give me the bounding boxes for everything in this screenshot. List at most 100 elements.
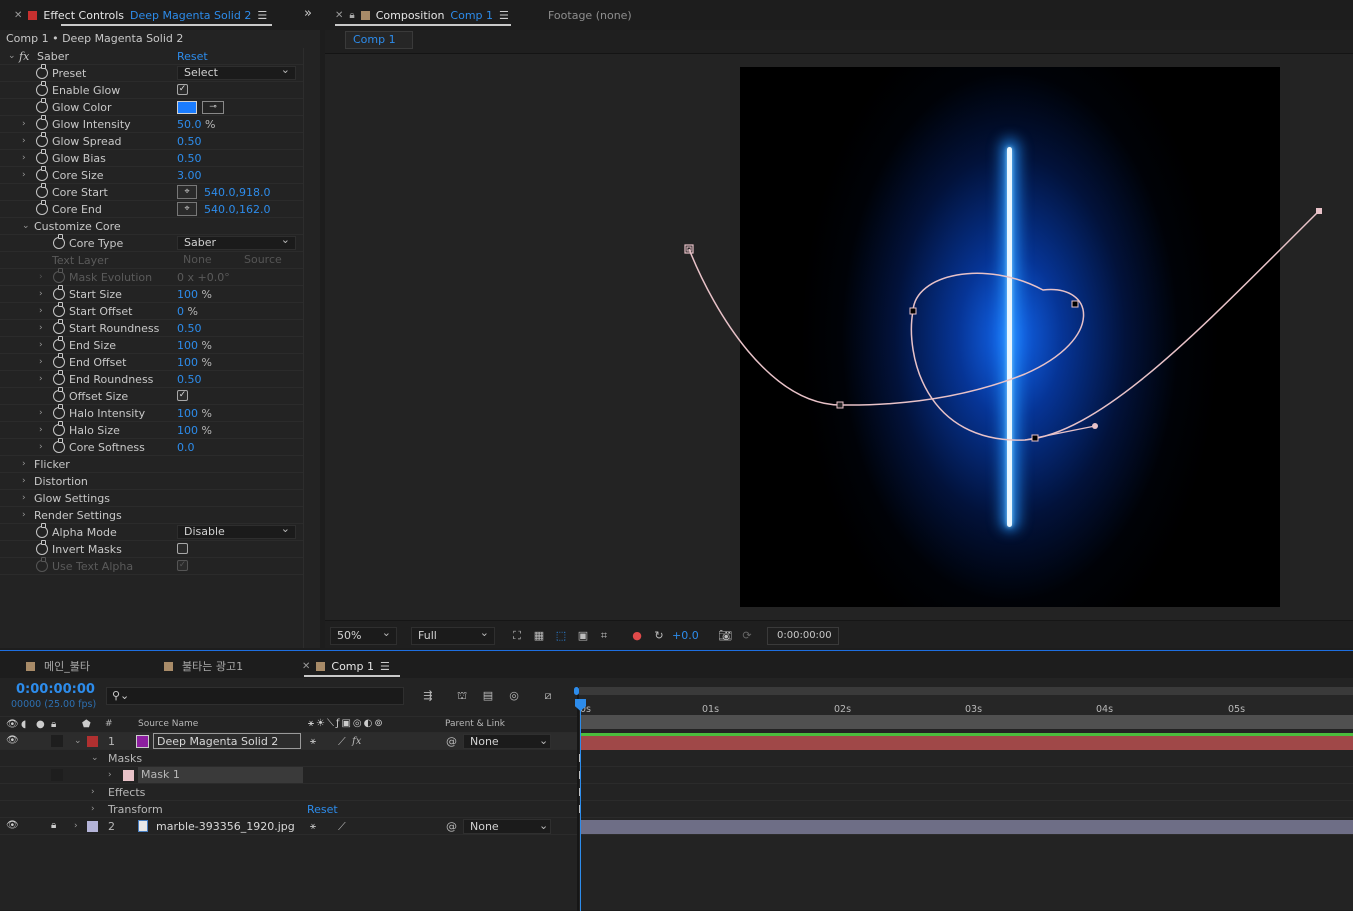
eyedropper-icon[interactable]: ⊸	[202, 101, 224, 114]
stopwatch-icon[interactable]	[36, 81, 48, 96]
pickwhip-icon[interactable]: @	[446, 819, 457, 834]
chevron-right-icon[interactable]: ›	[22, 136, 32, 146]
lock-icon[interactable]: 🔒︎	[51, 821, 63, 831]
close-icon[interactable]: ✕	[302, 661, 310, 672]
stopwatch-icon[interactable]	[36, 200, 48, 215]
chevron-right-icon[interactable]: ›	[22, 119, 32, 129]
chevron-right-icon[interactable]: ›	[39, 357, 49, 367]
mask-color-swatch[interactable]	[123, 770, 134, 781]
chevron-right-icon[interactable]: ›	[39, 425, 49, 435]
core-size-value[interactable]: 3.00	[177, 168, 202, 183]
layer-duration-bar[interactable]	[580, 820, 1353, 834]
resolution-dropdown[interactable]: Full	[411, 625, 495, 645]
audio-icon[interactable]: ◖	[21, 720, 33, 730]
mask-visibility-icon[interactable]: ⬚	[554, 629, 568, 642]
chevron-right-icon[interactable]: ›	[22, 170, 32, 180]
stopwatch-icon[interactable]	[53, 336, 65, 351]
preset-dropdown[interactable]: Select	[177, 64, 296, 80]
chevron-right-icon[interactable]: ›	[22, 476, 32, 486]
lock-toggle[interactable]	[51, 769, 63, 781]
stopwatch-icon[interactable]	[36, 115, 48, 130]
chevron-right-icon[interactable]: ›	[39, 323, 49, 333]
layer-label-color[interactable]	[87, 736, 98, 747]
core-end-x[interactable]: 540.0	[204, 203, 236, 216]
quality-icon[interactable]: ⟋	[338, 819, 346, 834]
camera-icon[interactable]: 📷︎	[718, 629, 732, 642]
stopwatch-icon[interactable]	[36, 183, 48, 198]
zoom-dropdown[interactable]: 50%	[330, 625, 397, 645]
layer-row[interactable]: 👁︎ ⌄ 1 Deep Magenta Solid 2 ⚹ ⟋ fx @ Non…	[0, 733, 577, 750]
panel-menu-icon[interactable]: ☰	[257, 9, 267, 22]
chevron-right-icon[interactable]: ›	[22, 459, 32, 469]
core-start-y[interactable]: 918.0	[239, 186, 271, 199]
core-end-y[interactable]: 162.0	[239, 203, 271, 216]
show-snapshot-icon[interactable]: ⟳	[740, 629, 754, 642]
halo-size-value[interactable]: 100	[177, 424, 198, 437]
mask-vertex[interactable]	[1031, 434, 1039, 442]
start-roundness-value[interactable]: 0.50	[177, 321, 202, 336]
transparency-grid-icon[interactable]: ▦	[532, 629, 546, 642]
chevron-right-icon[interactable]: ›	[39, 442, 49, 452]
layer-name[interactable]: Deep Magenta Solid 2	[153, 733, 301, 749]
alpha-mode-dropdown[interactable]: Disable	[177, 523, 296, 539]
glow-bias-value[interactable]: 0.50	[177, 151, 202, 166]
reset-link[interactable]: Reset	[177, 49, 208, 64]
end-size-value[interactable]: 100	[177, 339, 198, 352]
enable-glow-checkbox[interactable]: ✓	[177, 84, 188, 95]
pickwhip-icon[interactable]: @	[446, 734, 457, 749]
masks-group-row[interactable]: ⌄ Masks	[0, 750, 577, 767]
time-ruler[interactable]: 0s 01s 02s 03s 04s 05s	[578, 695, 1353, 715]
stopwatch-icon[interactable]	[53, 319, 65, 334]
fx-icon[interactable]: fx	[19, 49, 29, 64]
shy-icon[interactable]: ⚹	[310, 819, 316, 834]
comp-flowchart-tab[interactable]: Comp 1	[345, 31, 413, 49]
quality-icon[interactable]: ⟋	[338, 734, 346, 749]
expand-panels-icon[interactable]: »	[304, 6, 312, 21]
viewer-timecode[interactable]: 0:00:00:00	[767, 627, 839, 645]
stopwatch-icon[interactable]	[53, 234, 65, 249]
playhead-line[interactable]	[580, 701, 581, 911]
layer-search-input[interactable]: ⚲⌄	[106, 687, 404, 705]
region-of-interest-icon[interactable]: ▣	[576, 629, 590, 642]
transform-group-row[interactable]: › Transform Reset	[0, 801, 577, 818]
panel-divider[interactable]	[577, 687, 579, 911]
layer-label-color[interactable]	[87, 821, 98, 832]
mask-row[interactable]: › Mask 1	[0, 767, 577, 784]
timeline-tab-main[interactable]: 메인_불타	[26, 655, 90, 677]
graph-editor-icon[interactable]: ⧄	[541, 689, 555, 702]
current-timecode[interactable]: 0:00:00:00	[16, 682, 95, 697]
mask-vertex[interactable]	[909, 307, 917, 315]
scrollbar-track[interactable]	[303, 48, 304, 648]
layer-duration-bar[interactable]	[580, 736, 1353, 750]
chevron-right-icon[interactable]: ›	[91, 804, 101, 814]
glow-color-swatch[interactable]	[177, 101, 197, 114]
lock-icon[interactable]: 🔒︎	[51, 720, 63, 730]
stopwatch-icon[interactable]	[36, 132, 48, 147]
timeline-tab-comp1[interactable]: ✕ Comp 1 ☰	[302, 655, 390, 677]
solo-icon[interactable]: ●	[36, 720, 48, 730]
layer-row[interactable]: 👁︎ 🔒︎ › 2 marble-393356_1920.jpg ⚹ ⟋ @ N…	[0, 818, 577, 835]
column-parent-link[interactable]: Parent & Link	[445, 719, 505, 729]
glow-intensity-value[interactable]: 50.0	[177, 118, 202, 131]
end-offset-value[interactable]: 100	[177, 356, 198, 369]
chevron-right-icon[interactable]: ›	[74, 821, 84, 831]
stopwatch-icon[interactable]	[36, 64, 48, 79]
offset-size-checkbox[interactable]: ✓	[177, 390, 188, 401]
timeline-tab-ad[interactable]: 불타는 광고1	[164, 655, 243, 677]
comp-mini-flowchart-icon[interactable]: ⇶	[421, 689, 435, 702]
stopwatch-icon[interactable]	[53, 387, 65, 402]
channels-icon[interactable]: ●	[630, 629, 644, 642]
stopwatch-icon[interactable]	[53, 438, 65, 453]
chevron-right-icon[interactable]: ›	[22, 493, 32, 503]
footage-tab[interactable]: Footage (none)	[548, 4, 632, 26]
mask-path-overlay[interactable]	[325, 54, 1353, 620]
stopwatch-icon[interactable]	[36, 166, 48, 181]
frame-blending-icon[interactable]: ▤	[481, 689, 495, 702]
layer-name[interactable]: marble-393356_1920.jpg	[156, 819, 295, 834]
group-flicker[interactable]: › Flicker	[0, 456, 303, 473]
crosshair-icon[interactable]: ⌖	[177, 185, 197, 199]
mask-vertex[interactable]	[836, 401, 844, 409]
invert-masks-checkbox[interactable]	[177, 543, 188, 554]
bezier-handle-point[interactable]	[1092, 423, 1098, 429]
start-offset-value[interactable]: 0	[177, 305, 184, 318]
